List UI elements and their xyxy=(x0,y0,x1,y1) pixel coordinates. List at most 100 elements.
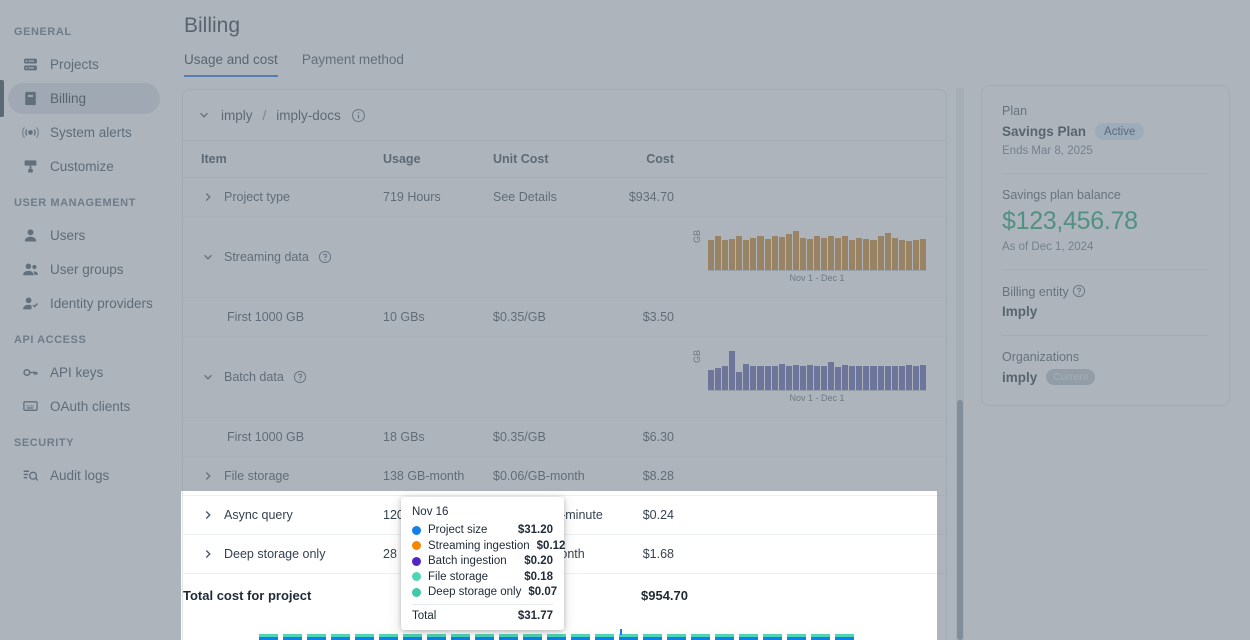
chart-bar[interactable] xyxy=(643,634,662,640)
sidebar-item-users[interactable]: Users xyxy=(8,220,160,251)
table-row[interactable]: Project type 719 Hours See Details $934.70 xyxy=(183,177,946,217)
tooltip-date: Nov 16 xyxy=(412,506,449,518)
scrollbar-thumb[interactable] xyxy=(957,400,963,640)
sidebar-item-customize[interactable]: Customize xyxy=(8,151,160,182)
chart-bar[interactable] xyxy=(259,634,278,640)
table-row[interactable]: First 1000 GB 18 GBs $0.35/GB $6.30 xyxy=(183,417,946,457)
chevron-right-icon[interactable] xyxy=(201,547,215,561)
sidebar-item-label: Users xyxy=(50,228,86,243)
chart-bar[interactable] xyxy=(427,634,446,640)
total-label: Total cost for project xyxy=(183,588,312,603)
chart-bar[interactable] xyxy=(331,634,350,640)
plan-summary-panel: Plan Savings Plan Active Ends Mar 8, 202… xyxy=(981,85,1230,406)
table-row[interactable]: Async query120 DPU-minutes$0.002/DPU-min… xyxy=(183,495,946,535)
sidebar-item-projects[interactable]: Projects xyxy=(8,49,160,80)
help-circle-icon[interactable] xyxy=(318,250,332,264)
chart-bar[interactable] xyxy=(355,634,374,640)
sidebar-item-audit-logs[interactable]: Audit logs xyxy=(8,460,160,491)
chart-bar[interactable] xyxy=(715,634,734,640)
sidebar-item-user-groups[interactable]: User groups xyxy=(8,254,160,285)
mini-bar xyxy=(729,351,736,390)
mini-bar xyxy=(806,365,813,390)
chart-bar[interactable] xyxy=(403,634,422,640)
chart-bar[interactable] xyxy=(475,634,494,640)
mini-bar xyxy=(708,369,715,390)
chevron-down-icon[interactable] xyxy=(197,108,211,122)
chevron-right-icon[interactable] xyxy=(201,190,215,204)
chart-bar[interactable] xyxy=(595,634,614,640)
cell-cost: $1.68 xyxy=(603,534,688,574)
breadcrumb-project[interactable]: imply-docs xyxy=(276,108,341,123)
help-circle-icon[interactable] xyxy=(1072,284,1086,298)
mini-bar xyxy=(757,365,764,390)
chevron-down-icon[interactable] xyxy=(201,370,215,384)
tooltip-row: Deep storage only $0.07 xyxy=(412,586,557,598)
chart-bar[interactable] xyxy=(691,634,710,640)
tooltip-total-label: Total xyxy=(412,610,437,622)
info-icon[interactable] xyxy=(351,108,366,123)
sidebar-item-oauth-clients[interactable]: OAuth clients xyxy=(8,391,160,422)
column-header-chart xyxy=(688,141,946,178)
tooltip-row: File storage $0.18 xyxy=(412,571,553,583)
breadcrumb-org[interactable]: imply xyxy=(221,108,253,123)
total-cost-bars[interactable] xyxy=(259,629,859,640)
mini-bar xyxy=(856,238,863,270)
chevron-down-icon[interactable] xyxy=(201,250,215,264)
mini-chart-x-label: Nov 1 - Dec 1 xyxy=(789,393,845,403)
page-title: Billing xyxy=(184,14,241,37)
mini-bar xyxy=(778,364,785,390)
billing-icon xyxy=(22,90,39,107)
column-header-item: Item xyxy=(183,141,383,178)
cell-chart: GB Nov 1 - Dec 1 xyxy=(688,216,946,298)
tab-usage-and-cost[interactable]: Usage and cost xyxy=(184,52,278,77)
chart-bar[interactable] xyxy=(787,634,806,640)
chart-bar[interactable] xyxy=(547,634,566,640)
mini-chart-y-label: GB xyxy=(692,229,702,243)
cell-item: First 1000 GB xyxy=(183,297,383,337)
chart-bar[interactable] xyxy=(739,634,758,640)
chart-bar[interactable] xyxy=(571,634,590,640)
cell-cost: $934.70 xyxy=(603,177,688,217)
chart-bar[interactable] xyxy=(835,634,854,640)
cell-cost xyxy=(603,336,688,418)
cell-item: Streaming data xyxy=(183,216,383,298)
oauth-client-icon xyxy=(22,398,39,415)
chart-bar[interactable] xyxy=(307,634,326,640)
organization-name[interactable]: imply xyxy=(1002,370,1037,385)
legend-dot-icon xyxy=(412,587,421,597)
chart-bar[interactable] xyxy=(283,634,302,640)
sidebar-item-label: Audit logs xyxy=(50,468,110,483)
chevron-right-icon[interactable] xyxy=(201,469,215,483)
sidebar-item-api-keys[interactable]: API keys xyxy=(8,357,160,388)
tooltip-item-value: $0.07 xyxy=(528,586,558,598)
mini-bar xyxy=(722,365,729,390)
row-item-label: Batch data xyxy=(224,370,284,384)
sidebar-item-billing[interactable]: Billing xyxy=(0,80,160,117)
sidebar-item-label: API keys xyxy=(50,365,104,380)
cell-chart: GB Nov 1 - Dec 1 xyxy=(688,336,946,418)
table-row[interactable]: Streaming data GB Nov 1 - Dec 1 xyxy=(183,216,946,298)
chart-bar[interactable] xyxy=(667,634,686,640)
chart-bar[interactable] xyxy=(523,634,542,640)
mini-bar xyxy=(863,238,870,270)
plan-label: Plan xyxy=(1002,104,1028,118)
table-row[interactable]: File storage 138 GB-month $0.06/GB-month $8… xyxy=(183,456,946,496)
chevron-right-icon[interactable] xyxy=(201,508,215,522)
chart-bar[interactable] xyxy=(451,634,470,640)
table-row[interactable]: Batch data GB Nov 1 - Dec 1 xyxy=(183,336,946,418)
help-circle-icon[interactable] xyxy=(293,370,307,384)
tab-payment-method[interactable]: Payment method xyxy=(302,52,404,77)
cell-chart xyxy=(688,297,946,337)
chart-bar[interactable] xyxy=(379,634,398,640)
chart-bar[interactable] xyxy=(811,634,830,640)
mini-bar xyxy=(764,365,771,390)
sidebar-item-system-alerts[interactable]: System alerts xyxy=(8,117,160,148)
mini-bar xyxy=(743,364,750,390)
sidebar-item-identity-providers[interactable]: Identity providers xyxy=(8,288,160,319)
chart-bar[interactable] xyxy=(499,634,518,640)
table-row[interactable]: First 1000 GB 10 GBs $0.35/GB $3.50 xyxy=(183,297,946,337)
chart-bar[interactable] xyxy=(763,634,782,640)
status-badge: Active xyxy=(1095,123,1145,140)
cell-item: First 1000 GB xyxy=(183,417,383,457)
cell-cost xyxy=(603,216,688,298)
